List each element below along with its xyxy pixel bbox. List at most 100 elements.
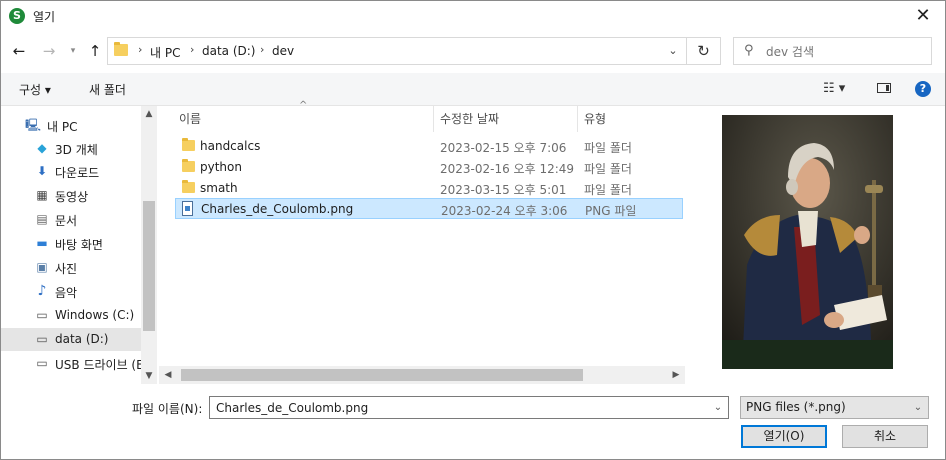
folder-icon: [182, 138, 195, 151]
tree-item-label: 동영상: [55, 190, 89, 204]
column-header-date[interactable]: 수정한 날짜: [440, 110, 499, 127]
file-list: ^ 이름 수정한 날짜 유형 handcalcs 2023-02-15 오후 7…: [159, 100, 685, 384]
file-type: PNG 파일: [585, 204, 637, 218]
scroll-up-arrow-icon[interactable]: ▲: [141, 106, 157, 122]
filetype-select[interactable]: PNG files (*.png) ⌄: [740, 396, 929, 419]
film-icon: ▦: [36, 188, 48, 202]
refresh-icon: ↻: [697, 42, 710, 60]
address-dropdown-button[interactable]: ⌄: [660, 38, 686, 64]
file-list-horizontal-scrollbar[interactable]: ◀ ▶: [159, 366, 685, 384]
tree-item-downloads[interactable]: ⬇ 다운로드: [1, 160, 141, 183]
portrait-painting-image: [722, 115, 893, 369]
scrollbar-thumb[interactable]: [143, 201, 155, 331]
download-icon: ⬇: [36, 164, 48, 178]
tree-item-usb-e[interactable]: ▭ USB 드라이브 (E: [1, 352, 141, 375]
cancel-button[interactable]: 취소: [842, 425, 928, 448]
tree-item-windows-c[interactable]: ▭ Windows (C:): [1, 304, 141, 327]
tree-item-videos[interactable]: ▦ 동영상: [1, 184, 141, 207]
tree-item-label: 내 PC: [47, 120, 78, 134]
tree-item-documents[interactable]: ▤ 문서: [1, 208, 141, 231]
refresh-button[interactable]: ↻: [687, 37, 721, 65]
file-type: 파일 폴더: [584, 162, 632, 176]
scroll-left-arrow-icon[interactable]: ◀: [159, 366, 177, 384]
list-item[interactable]: handcalcs 2023-02-15 오후 7:06 파일 폴더: [175, 136, 683, 157]
filename-label: 파일 이름(N):: [132, 402, 203, 416]
filename-combobox[interactable]: ⌄: [209, 396, 729, 419]
chevron-right-icon: ›: [190, 43, 195, 56]
breadcrumb-this-pc[interactable]: 내 PC: [150, 44, 180, 61]
tree-item-label: data (D:): [55, 332, 109, 346]
column-divider[interactable]: [433, 106, 434, 132]
column-divider[interactable]: [577, 106, 578, 132]
help-icon[interactable]: ?: [915, 81, 931, 97]
breadcrumb-dev[interactable]: dev: [272, 44, 294, 58]
tree-item-pictures[interactable]: ▣ 사진: [1, 256, 141, 279]
title-bar: S 열기 ✕: [1, 1, 945, 31]
column-header-type[interactable]: 유형: [584, 110, 606, 127]
open-button[interactable]: 열기(O): [741, 425, 827, 448]
file-type: 파일 폴더: [584, 141, 632, 155]
chevron-down-icon: ⌄: [668, 44, 678, 57]
tree-item-music[interactable]: ♪ 음악: [1, 280, 141, 303]
music-icon: ♪: [37, 283, 47, 299]
details-view-icon: ☷ ▾: [823, 81, 846, 96]
cube-icon: ◆: [37, 141, 47, 155]
tree-item-label: 음악: [55, 286, 78, 300]
folder-icon: [182, 159, 195, 172]
tree-item-desktop[interactable]: ▬ 바탕 화면: [1, 232, 141, 255]
breadcrumb-data-drive[interactable]: data (D:): [202, 44, 256, 58]
back-arrow-icon: ←: [12, 42, 26, 60]
organize-menu[interactable]: 구성 ▾: [19, 81, 51, 98]
recent-locations-button[interactable]: ▾: [63, 41, 83, 61]
tree-item-label: 다운로드: [55, 166, 100, 180]
chevron-right-icon: ›: [260, 43, 265, 56]
sort-ascending-icon: ^: [299, 100, 308, 111]
up-button[interactable]: ↑: [85, 41, 105, 61]
tree-item-data-d[interactable]: ▭ data (D:): [1, 328, 141, 351]
back-button[interactable]: ←: [9, 41, 29, 61]
address-bar[interactable]: › 내 PC › data (D:) › dev ⌄: [107, 37, 687, 65]
file-date: 2023-02-24 오후 3:06: [441, 204, 568, 218]
tree-item-3d-objects[interactable]: ◆ 3D 개체: [1, 137, 141, 160]
document-icon: ▤: [36, 212, 48, 226]
preview-pane-toggle[interactable]: [877, 83, 891, 93]
filename-input[interactable]: [214, 399, 698, 417]
chevron-down-icon: ▾: [70, 46, 76, 56]
chevron-down-icon[interactable]: ⌄: [708, 397, 728, 418]
scroll-down-arrow-icon[interactable]: ▼: [141, 368, 157, 384]
file-name: python: [200, 160, 242, 174]
tree-item-label: 문서: [55, 214, 78, 228]
list-item[interactable]: smath 2023-03-15 오후 5:01 파일 폴더: [175, 178, 683, 199]
file-name: Charles_de_Coulomb.png: [201, 202, 354, 216]
file-date: 2023-03-15 오후 5:01: [440, 183, 567, 197]
forward-button[interactable]: →: [39, 41, 59, 61]
desktop-icon: ▬: [36, 236, 48, 250]
chevron-right-icon: ›: [138, 43, 143, 56]
scrollbar-thumb[interactable]: [181, 369, 583, 381]
folder-icon: [182, 180, 195, 193]
picture-icon: ▣: [36, 260, 48, 274]
file-date: 2023-02-16 오후 12:49: [440, 162, 575, 176]
forward-arrow-icon: →: [42, 42, 56, 60]
drive-icon: ▭: [36, 332, 48, 346]
command-bar: 구성 ▾ 새 폴더 ☷ ▾ ?: [1, 73, 945, 106]
app-icon: S: [9, 8, 25, 24]
scroll-right-arrow-icon[interactable]: ▶: [667, 366, 685, 384]
tree-item-this-pc[interactable]: 🖳 내 PC: [1, 114, 141, 137]
view-options-button[interactable]: ☷ ▾: [823, 81, 845, 96]
tree-item-label: 바탕 화면: [55, 238, 103, 252]
tree-item-label: 사진: [55, 262, 78, 276]
search-input[interactable]: [764, 42, 928, 62]
folder-icon: [114, 42, 128, 56]
column-header-name[interactable]: 이름: [179, 110, 201, 127]
navigation-pane-scrollbar[interactable]: ▲ ▼: [141, 106, 157, 384]
tree-item-label: 3D 개체: [55, 143, 98, 157]
list-item[interactable]: python 2023-02-16 오후 12:49 파일 폴더: [175, 157, 683, 178]
close-button[interactable]: ✕: [901, 1, 945, 31]
search-box[interactable]: ⚲: [733, 37, 932, 65]
list-item-selected[interactable]: Charles_de_Coulomb.png 2023-02-24 오후 3:0…: [175, 198, 683, 219]
file-name: smath: [200, 181, 238, 195]
file-type: 파일 폴더: [584, 183, 632, 197]
new-folder-button[interactable]: 새 폴더: [89, 81, 126, 98]
usb-drive-icon: ▭: [36, 356, 48, 370]
